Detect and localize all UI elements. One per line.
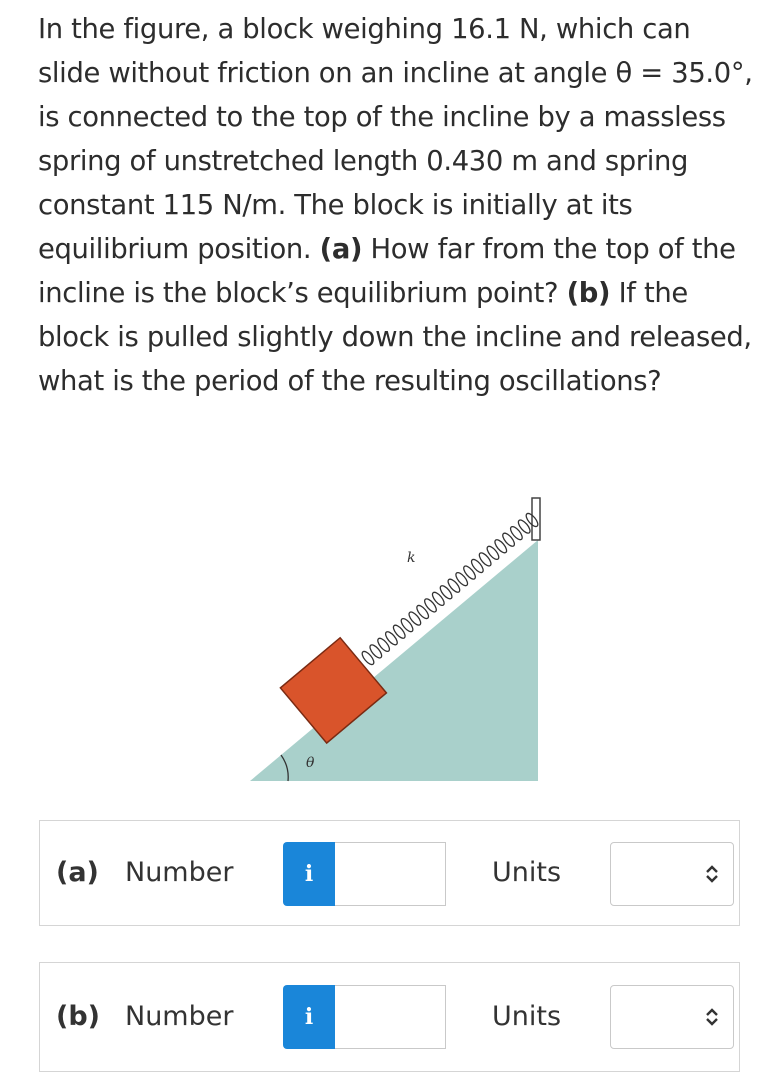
spring-coil: [494, 539, 508, 554]
spring-coil: [369, 644, 383, 659]
number-label: Number: [125, 857, 234, 888]
spring-coil: [416, 604, 430, 620]
number-input[interactable]: [335, 842, 446, 906]
answer-row-a: (a) Number i Units: [39, 820, 740, 926]
answer-row-b: (b) Number i Units: [39, 962, 740, 1072]
spring-coil: [377, 637, 391, 653]
question-text: In the figure, a block weighing 16.1 N, …: [38, 8, 758, 404]
info-button[interactable]: i: [283, 842, 335, 906]
select-arrows-icon: [706, 1008, 718, 1026]
answer-part-label: (b): [56, 1001, 101, 1032]
part-a-label: (a): [319, 234, 363, 265]
spring-coil: [455, 571, 469, 587]
part-b-label: (b): [566, 278, 611, 309]
spring-coil: [392, 624, 406, 639]
number-label: Number: [125, 1001, 234, 1032]
spring-coil: [486, 545, 500, 561]
spring-coil: [517, 519, 531, 534]
answer-part-label: (a): [56, 857, 99, 888]
info-icon: i: [304, 1004, 314, 1030]
spring-coil: [400, 617, 414, 633]
spring-coil: [384, 631, 398, 646]
info-icon: i: [304, 861, 314, 887]
info-button[interactable]: i: [283, 985, 335, 1049]
spring-coil: [439, 585, 453, 600]
units-select[interactable]: [610, 842, 734, 906]
units-label: Units: [492, 857, 562, 888]
spring-coil: [509, 525, 523, 541]
number-input[interactable]: [335, 985, 446, 1049]
spring-coil: [431, 591, 445, 607]
spring-coil: [463, 565, 476, 580]
spring-coil: [478, 552, 492, 567]
units-select[interactable]: [610, 985, 734, 1049]
select-arrows-icon: [706, 865, 718, 883]
spring-coil: [470, 558, 484, 574]
incline: [250, 540, 538, 781]
spring-coil: [502, 532, 516, 547]
units-label: Units: [492, 1001, 562, 1032]
spring-coil: [408, 611, 422, 626]
incline-figure: θ k: [250, 497, 541, 782]
spring-coil: [424, 598, 437, 613]
spring-label: k: [407, 550, 415, 566]
angle-label: θ: [306, 755, 315, 771]
spring-coil: [447, 578, 461, 593]
question-intro: In the figure, a block weighing 16.1 N, …: [38, 14, 753, 265]
